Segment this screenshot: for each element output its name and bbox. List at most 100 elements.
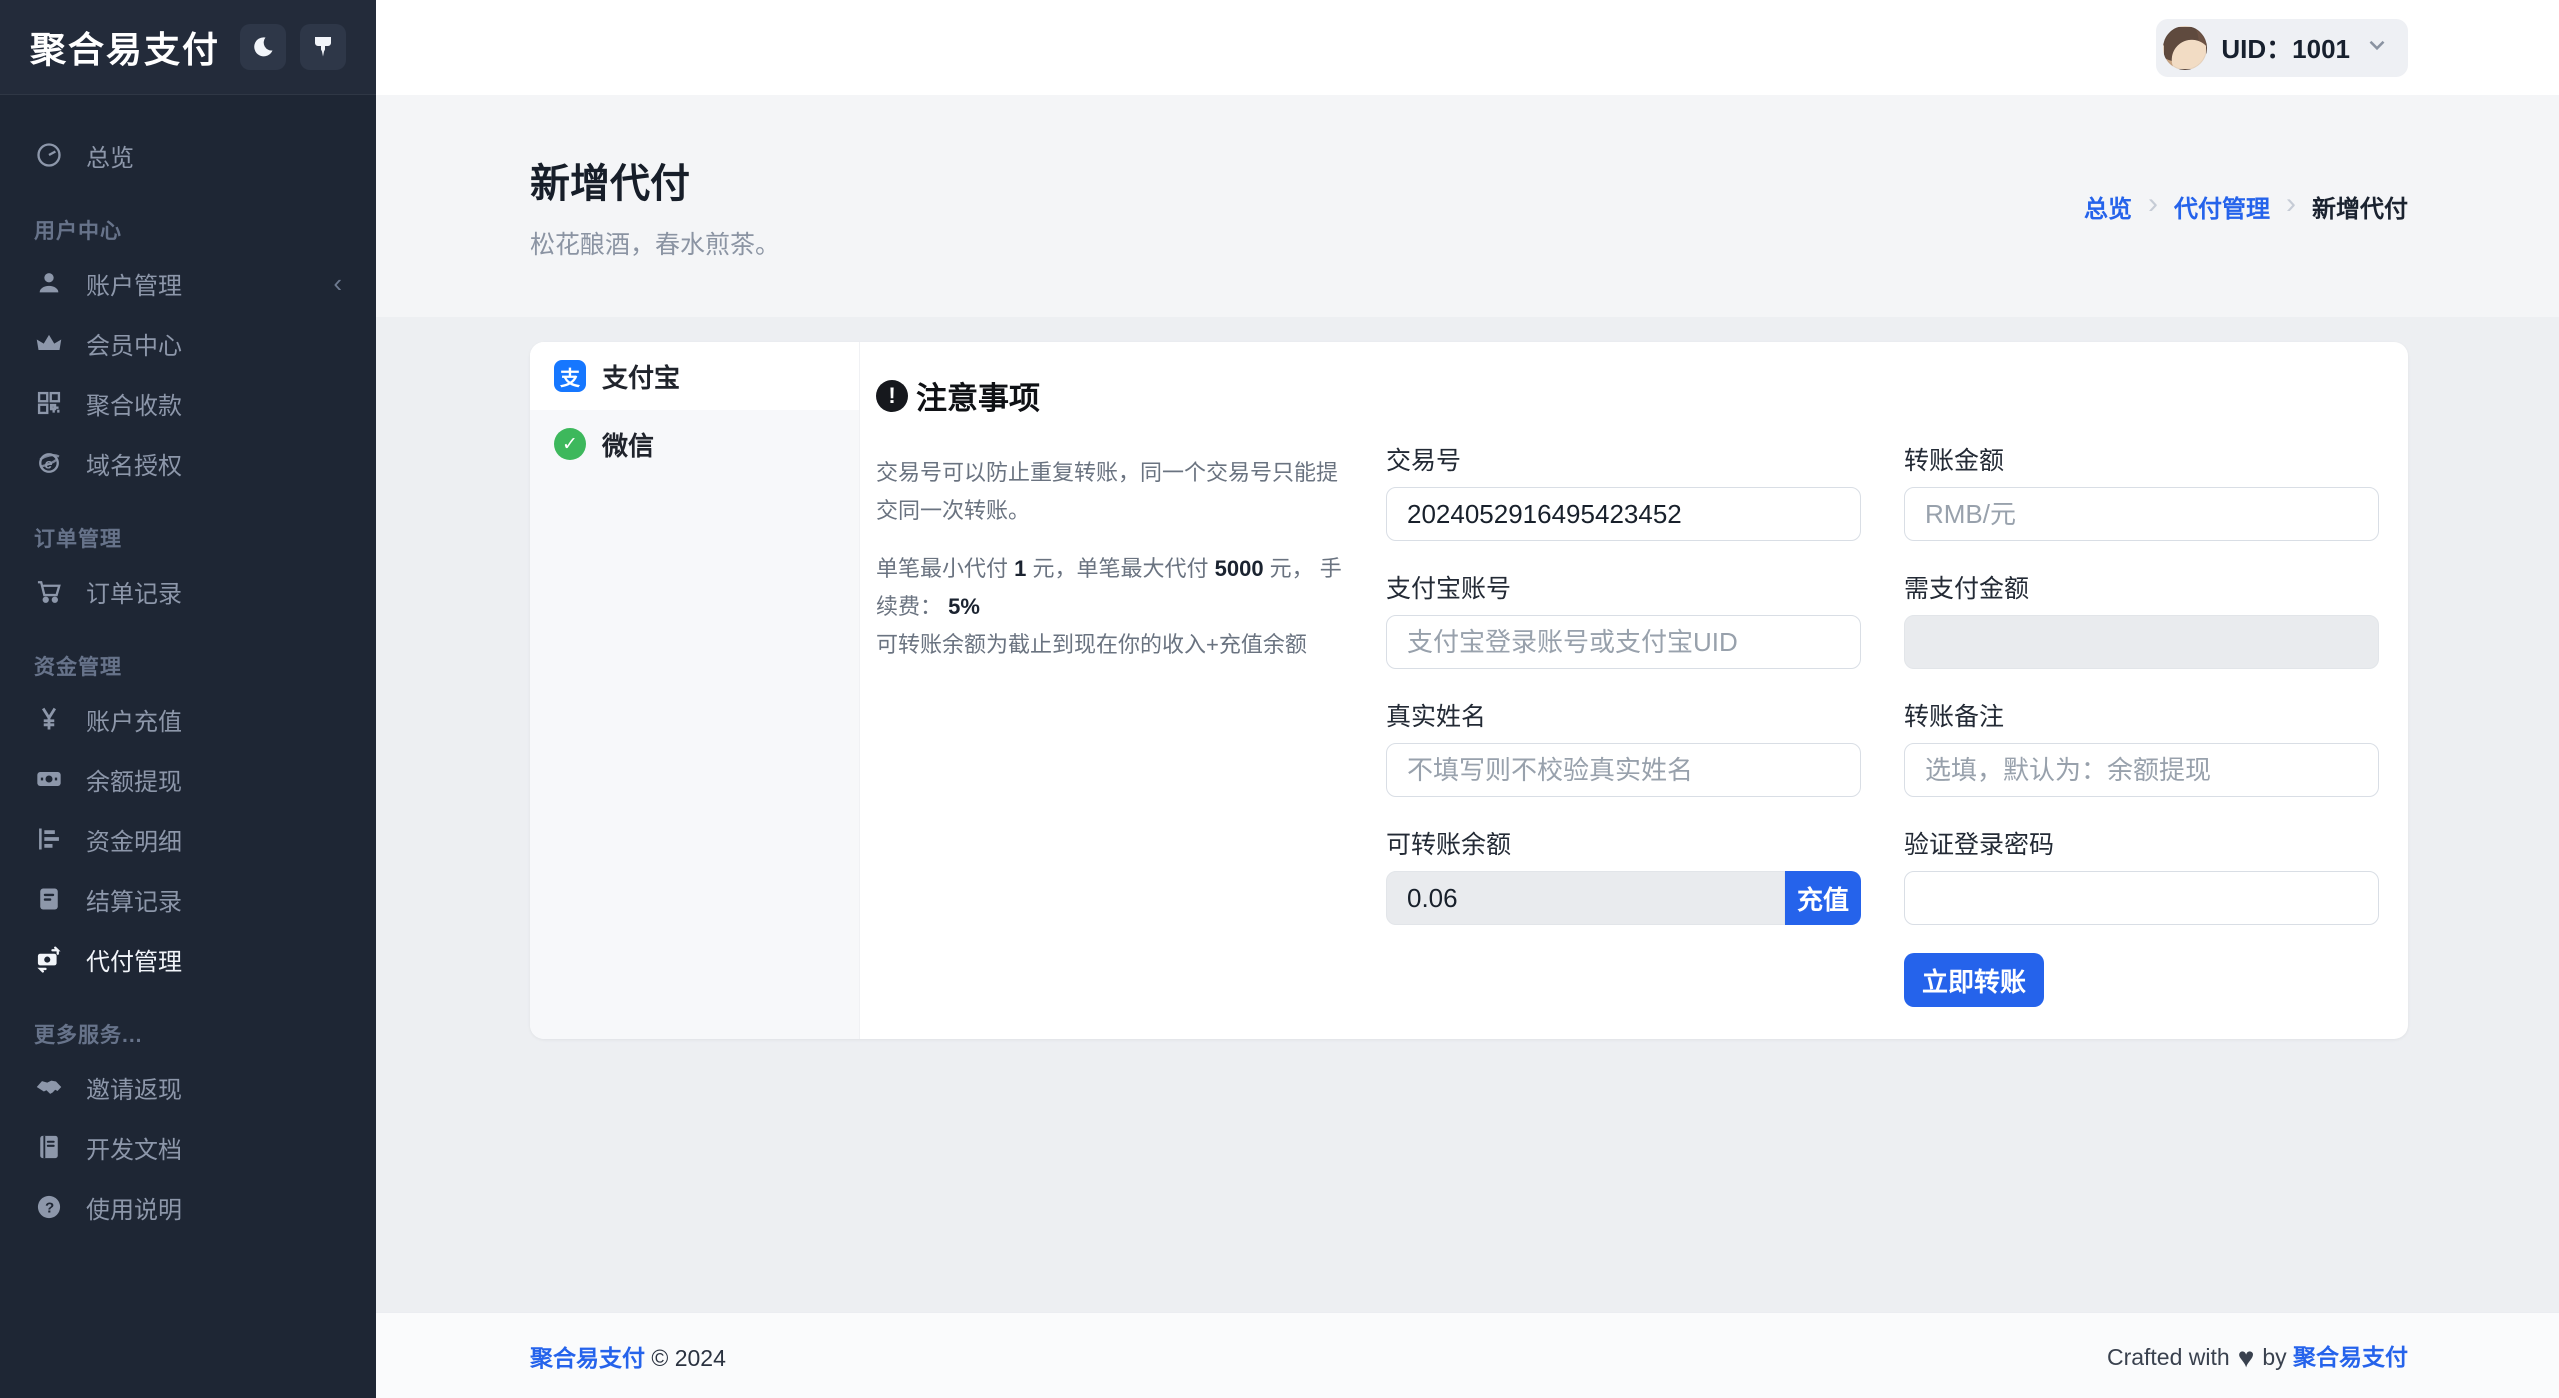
payout-form: 交易号 转账金额 支付宝账号 需支付金额 (1386, 441, 2379, 1007)
dashboard-icon (34, 140, 64, 170)
amount-input[interactable] (1904, 487, 2379, 541)
svg-text:?: ? (45, 1199, 54, 1216)
field-amount: 转账金额 (1904, 441, 2379, 541)
sidebar-header-actions (240, 24, 346, 70)
sidebar-item-payout-manage[interactable]: 代付管理 (0, 929, 376, 989)
pay-amount-input (1904, 615, 2379, 669)
crown-icon (34, 328, 64, 358)
sidebar-item-account-manage[interactable]: 账户管理‹ (0, 253, 376, 313)
sidebar-item-label: 聚合收款 (86, 386, 182, 421)
qr-icon (34, 388, 64, 418)
wechat-icon: ✓ (554, 428, 586, 460)
sidebar-item-label: 结算记录 (86, 882, 182, 917)
sidebar-item-member-center[interactable]: 会员中心 (0, 313, 376, 373)
user-icon (34, 268, 64, 298)
heart-icon: ♥ (2238, 1342, 2255, 1373)
footer-brand-link[interactable]: 聚合易支付 (530, 1345, 645, 1371)
footer-brand-link[interactable]: 聚合易支付 (2293, 1344, 2408, 1370)
sidebar-item-label: 代付管理 (86, 942, 182, 977)
pay-amount-label: 需支付金额 (1904, 569, 2379, 605)
tab-alipay[interactable]: 支支付宝 (530, 342, 859, 410)
avatar (2163, 26, 2207, 70)
sidebar-nav: 总览用户中心账户管理‹会员中心聚合收款e域名授权订单管理订单记录资金管理账户充值… (0, 95, 376, 1398)
sidebar-item-dev-docs[interactable]: 开发文档 (0, 1117, 376, 1177)
sidebar-item-label: 资金明细 (86, 822, 182, 857)
page-subtitle: 松花酿酒，春水煎茶。 (530, 225, 780, 261)
field-remark: 转账备注 (1904, 697, 2379, 797)
remark-label: 转账备注 (1904, 697, 2379, 733)
breadcrumb-separator-icon: › (2148, 189, 2158, 219)
field-real-name: 真实姓名 (1386, 697, 1861, 797)
sidebar-item-label: 账户充值 (86, 702, 182, 737)
balance-input (1386, 871, 1785, 925)
payment-method-tabs: 支支付宝✓微信 (530, 342, 860, 1039)
yuan-icon (34, 704, 64, 734)
chevron-down-icon (2364, 32, 2390, 63)
sidebar-item-label: 使用说明 (86, 1190, 182, 1225)
footer: 聚合易支付 © 2024 Crafted with♥by 聚合易支付 (376, 1312, 2559, 1398)
alipay-account-label: 支付宝账号 (1386, 569, 1861, 605)
sidebar-item-balance-withdraw[interactable]: 余额提现 (0, 749, 376, 809)
sidebar-item-domain-auth[interactable]: e 域名授权 (0, 433, 376, 493)
breadcrumb: 总览›代付管理›新增代付 (2084, 189, 2408, 224)
sidebar-item-aggregate-collect[interactable]: 聚合收款 (0, 373, 376, 433)
alipay-account-input[interactable] (1386, 615, 1861, 669)
breadcrumb-link[interactable]: 代付管理 (2174, 189, 2270, 224)
password-input[interactable] (1904, 871, 2379, 925)
notice-paragraph: 交易号可以防止重复转账，同一个交易号只能提交同一次转账。 (876, 454, 1346, 530)
banknote-icon (34, 764, 64, 794)
sidebar-item-label: 会员中心 (86, 326, 182, 361)
breadcrumb-current: 新增代付 (2312, 189, 2408, 224)
tab-wechat[interactable]: ✓微信 (530, 410, 859, 478)
sidebar-header: 聚合易支付 (0, 0, 376, 95)
svg-text:e: e (45, 455, 53, 471)
submit-transfer-button[interactable]: 立即转账 (1904, 953, 2044, 1007)
theme-skin-button[interactable] (300, 24, 346, 70)
app-logo[interactable]: 聚合易支付 (30, 21, 240, 73)
payout-card: 支支付宝✓微信 ! 注意事项 交易号可以防止重复转账，同一个交易号只能提交同一次… (530, 342, 2408, 1039)
alipay-icon: 支 (554, 360, 586, 392)
handshake-icon (34, 1072, 64, 1102)
breadcrumb-link[interactable]: 总览 (2084, 189, 2132, 224)
trade-no-input[interactable] (1386, 487, 1861, 541)
crafted-text: Crafted with (2107, 1344, 2230, 1370)
user-menu[interactable]: UID：1001 (2156, 19, 2408, 77)
list-chart-icon (34, 824, 64, 854)
sidebar-item-account-recharge[interactable]: 账户充值 (0, 689, 376, 749)
sidebar-item-label: 域名授权 (86, 446, 182, 481)
password-label: 验证登录密码 (1904, 825, 2379, 861)
sidebar-item-funds-detail[interactable]: 资金明细 (0, 809, 376, 869)
notice-paragraph: 可转账余额为截止到现在你的收入+充值余额 (876, 626, 1346, 664)
page-header-band: 新增代付 松花酿酒，春水煎茶。 总览›代付管理›新增代付 (376, 95, 2559, 317)
uid-label: UID：1001 (2221, 29, 2350, 66)
tab-label: 支付宝 (602, 358, 680, 395)
sidebar-item-usage-guide[interactable]: ? 使用说明 (0, 1177, 376, 1237)
recharge-button[interactable]: 充值 (1785, 871, 1861, 925)
sidebar-item-invite-cashback[interactable]: 邀请返现 (0, 1057, 376, 1117)
remark-input[interactable] (1904, 743, 2379, 797)
balance-label: 可转账余额 (1386, 825, 1861, 861)
field-alipay-account: 支付宝账号 (1386, 569, 1861, 669)
page-title: 新增代付 (530, 151, 780, 209)
alert-icon: ! (876, 380, 908, 412)
nav-section-header: 更多服务... (34, 1019, 342, 1049)
real-name-input[interactable] (1386, 743, 1861, 797)
dark-mode-button[interactable] (240, 24, 286, 70)
field-password: 验证登录密码 (1904, 825, 2379, 925)
content-area: 支支付宝✓微信 ! 注意事项 交易号可以防止重复转账，同一个交易号只能提交同一次… (376, 317, 2559, 1312)
globe-icon: e (34, 448, 64, 478)
amount-label: 转账金额 (1904, 441, 2379, 477)
cart-icon (34, 576, 64, 606)
sidebar: 聚合易支付 总览用户中心账户管理‹会员中心聚合收款e域名授权订单管理订单记录资金… (0, 0, 376, 1398)
crafted-by-text: by (2262, 1344, 2286, 1370)
sidebar-item-overview[interactable]: 总览 (0, 125, 376, 185)
sidebar-item-settle-records[interactable]: 结算记录 (0, 869, 376, 929)
field-balance: 可转账余额 充值 (1386, 825, 1861, 925)
nav-section-header: 订单管理 (34, 523, 342, 553)
sidebar-item-order-records[interactable]: 订单记录 (0, 561, 376, 621)
sidebar-item-label: 总览 (86, 138, 134, 173)
sidebar-item-label: 订单记录 (86, 574, 182, 609)
footer-credit: Crafted with ♥ by 聚合易支付 (2107, 1338, 2408, 1374)
book-icon (34, 1132, 64, 1162)
notice-title: 注意事项 (916, 373, 1040, 418)
